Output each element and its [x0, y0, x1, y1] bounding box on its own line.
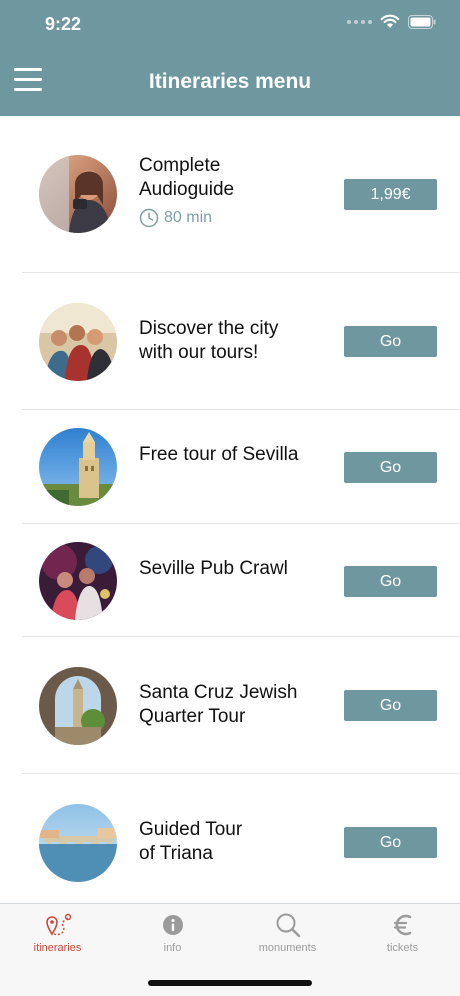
list-item[interactable]: Free tour of Sevilla Go — [0, 410, 460, 524]
status-time: 9:22 — [45, 14, 82, 34]
clock-icon — [139, 208, 159, 228]
wifi-icon — [380, 14, 400, 28]
status-icons — [347, 14, 436, 29]
tab-info[interactable]: info — [115, 912, 230, 954]
go-button[interactable]: Go — [344, 690, 437, 721]
itinerary-title: Seville Pub Crawl — [139, 558, 288, 579]
tab-label: itineraries — [33, 942, 82, 954]
euro-icon — [393, 914, 411, 936]
map-pin-route-icon — [45, 913, 71, 936]
tab-label: tickets — [386, 942, 419, 954]
list-item[interactable]: Santa Cruz Jewish Quarter Tour Go — [0, 637, 460, 774]
audioguide-thumbnail — [39, 155, 117, 233]
duration-text: 80 min — [164, 209, 213, 226]
tab-tickets[interactable]: tickets — [345, 912, 460, 954]
torre-del-oro-thumbnail — [39, 428, 117, 506]
battery-icon — [408, 14, 436, 29]
itineraries-list: Complete Audioguide 80 min 1,99€ Discove… — [0, 116, 460, 904]
tab-label: monuments — [258, 942, 317, 954]
santa-cruz-thumbnail — [39, 667, 117, 745]
itinerary-title: Discover the city with our tours! — [139, 318, 279, 363]
search-icon — [276, 913, 300, 938]
itinerary-title: Santa Cruz Jewish Quarter Tour — [139, 682, 298, 727]
itinerary-title: Complete Audioguide — [139, 155, 235, 200]
triana-thumbnail — [39, 804, 117, 882]
cellular-signal-icon — [347, 19, 372, 24]
page-title: Itineraries menu — [148, 70, 312, 93]
go-button[interactable]: Go — [344, 566, 437, 597]
go-button[interactable]: Go — [344, 452, 437, 483]
duration: 80 min — [139, 208, 212, 228]
navigation-bar: Itineraries menu — [0, 48, 460, 116]
buy-button[interactable]: 1,99€ — [344, 179, 437, 210]
tab-monuments[interactable]: monuments — [230, 912, 345, 954]
info-circle-icon — [162, 915, 183, 935]
itinerary-title: Free tour of Sevilla — [139, 444, 299, 465]
list-item[interactable]: Complete Audioguide 80 min 1,99€ — [0, 116, 460, 273]
pub-crawl-thumbnail — [39, 542, 117, 620]
tab-label: info — [163, 942, 182, 954]
itinerary-title: Guided Tour of Triana — [139, 819, 243, 864]
go-button[interactable]: Go — [344, 827, 437, 858]
list-item[interactable]: Seville Pub Crawl Go — [0, 524, 460, 637]
list-item[interactable]: Guided Tour of Triana Go — [0, 774, 460, 904]
list-item[interactable]: Discover the city with our tours! Go — [0, 273, 460, 410]
discover-city-thumbnail — [39, 303, 117, 381]
status-bar: 9:22 — [0, 0, 460, 48]
tab-itineraries[interactable]: itineraries — [0, 912, 115, 954]
go-button[interactable]: Go — [344, 326, 437, 357]
home-indicator — [148, 980, 312, 986]
